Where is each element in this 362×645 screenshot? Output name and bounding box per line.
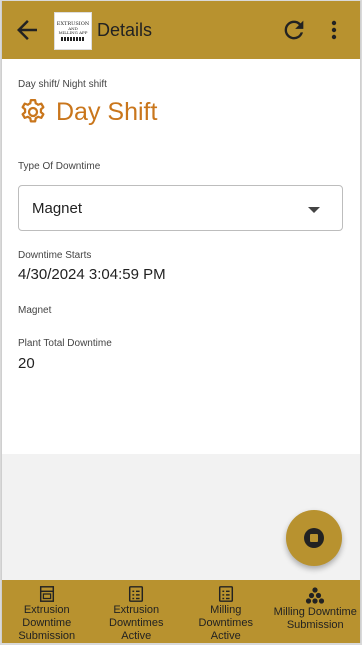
back-arrow-icon[interactable]	[12, 15, 42, 45]
nav-milling-submission[interactable]: Milling Downtime Submission	[271, 580, 361, 643]
details-panel: Day shift/ Night shift Day Shift Type Of…	[2, 59, 360, 454]
plant-total-value: 20	[18, 355, 35, 372]
shift-label: Day shift/ Night shift	[18, 79, 107, 90]
downtime-starts-label: Downtime Starts	[18, 250, 92, 261]
gear-icon	[21, 99, 45, 123]
shift-indicator: Day Shift	[18, 96, 157, 128]
stop-icon	[304, 528, 324, 548]
machine-icon	[39, 586, 54, 602]
nav-extrusion-active[interactable]: Extrusion Downtimes Active	[92, 580, 182, 643]
app-logo: EXTRUSION AND MILLING APP	[54, 12, 92, 50]
pile-icon	[306, 587, 325, 604]
downtime-type-value: Magnet	[32, 200, 83, 217]
more-vert-icon[interactable]	[324, 16, 344, 44]
refresh-icon[interactable]	[280, 16, 308, 44]
stop-button[interactable]	[286, 510, 342, 566]
app-bar: EXTRUSION AND MILLING APP Details	[2, 1, 360, 59]
nav-extrusion-submission[interactable]: Extrusion Downtime Submission	[2, 580, 92, 643]
downtime-type-label: Type Of Downtime	[18, 161, 101, 172]
list-icon	[218, 586, 233, 602]
downtime-type-select[interactable]: Magnet	[18, 185, 343, 231]
magnet-label: Magnet	[18, 305, 52, 316]
list-icon	[129, 586, 144, 602]
shift-value: Day Shift	[56, 98, 158, 126]
dropdown-arrow-icon	[308, 207, 320, 213]
app-frame: EXTRUSION AND MILLING APP Details Day sh…	[1, 1, 361, 643]
downtime-starts-value: 4/30/2024 3:04:59 PM	[18, 266, 166, 283]
bottom-nav: Extrusion Downtime Submission Extrusion …	[2, 580, 360, 643]
nav-milling-active[interactable]: Milling Downtimes Active	[181, 580, 271, 643]
plant-total-label: Plant Total Downtime	[18, 338, 112, 349]
page-title: Details	[97, 20, 153, 40]
